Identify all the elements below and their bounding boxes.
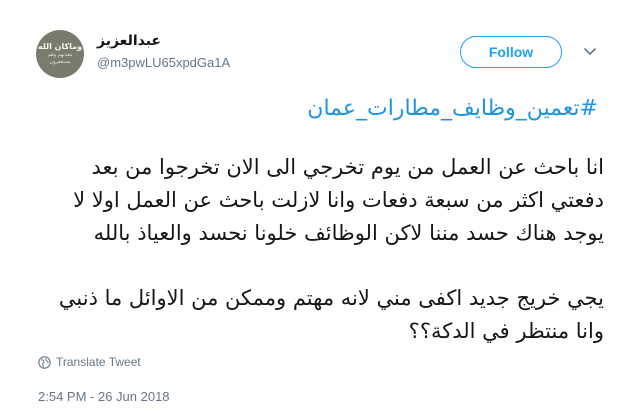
chevron-down-icon[interactable] <box>584 46 596 58</box>
hashtag-link[interactable]: #تعمين_وظايف_مطارات_عمان <box>307 96 598 121</box>
translate-label: Translate Tweet <box>56 355 141 369</box>
tweet-card: وماكان الله معذبهم وهم يستغفرون عبدالعزي… <box>0 0 638 413</box>
avatar-text-line: يستغفرون <box>49 59 71 65</box>
tweet-text-line: يجي خريج جديد اكفى مني لانه مهتم وممكن م… <box>58 286 604 310</box>
globe-icon <box>38 355 51 369</box>
tweet-paragraph: يجي خريج جديد اكفى مني لانه مهتم وممكن م… <box>36 282 604 348</box>
avatar-text-line: وماكان الله <box>37 42 83 51</box>
author-handle[interactable]: @m3pwLU65xpdGa1A <box>97 55 230 70</box>
tweet-timestamp[interactable]: 2:54 PM - 26 Jun 2018 <box>38 389 170 404</box>
tweet-text-line: دفعتي اكثر من سبعة دفعات وانا لازلت باحث… <box>73 188 604 212</box>
avatar[interactable]: وماكان الله معذبهم وهم يستغفرون <box>36 30 84 78</box>
tweet-paragraph: انا باحث عن العمل من يوم تخرجي الى الان … <box>36 151 604 250</box>
tweet-text-line: وانا منتظر في الدكة؟؟ <box>408 319 604 343</box>
avatar-text-line: معذبهم وهم <box>47 52 73 58</box>
tweet-text-line: يوجد هناك حسد مننا لاكن الوظائف خلونا نح… <box>93 221 604 245</box>
follow-button[interactable]: Follow <box>460 36 562 68</box>
translate-tweet-link[interactable]: Translate Tweet <box>38 355 141 369</box>
author-display-name[interactable]: عبدالعزيز <box>97 33 161 49</box>
tweet-text-line: انا باحث عن العمل من يوم تخرجي الى الان … <box>91 155 604 179</box>
